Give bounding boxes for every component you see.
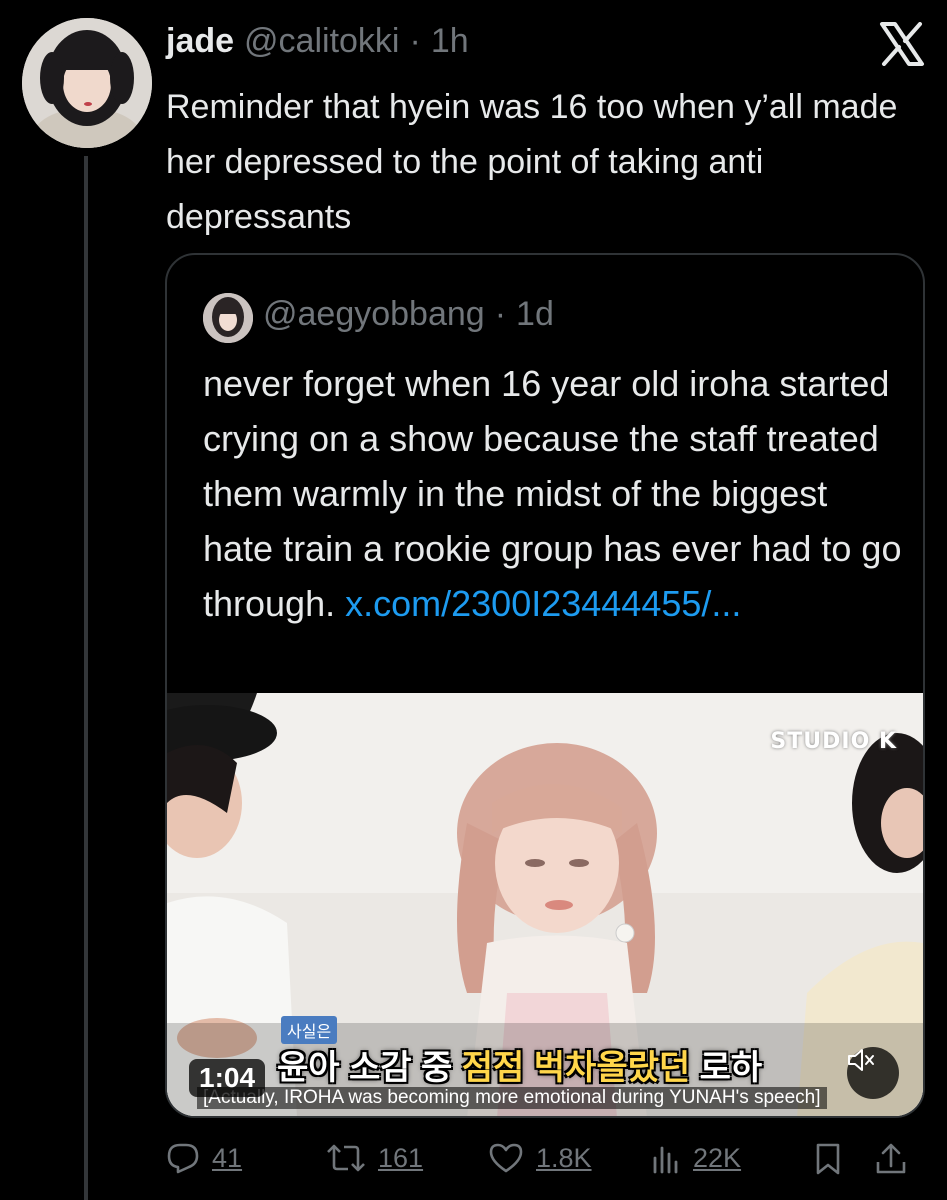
- subtitle-korean-part: 윤아 소감 중: [277, 1049, 462, 1087]
- quoted-handle[interactable]: @aegyobbang: [263, 295, 485, 334]
- subtitle-korean-highlight: 점점 벅차올랐던: [461, 1049, 691, 1087]
- video-duration: 1:04: [189, 1059, 266, 1097]
- mute-button[interactable]: [847, 1047, 899, 1099]
- share-button[interactable]: [874, 1142, 908, 1176]
- quoted-header: @aegyobbang · 1d: [263, 295, 554, 334]
- repost-button[interactable]: 161: [326, 1142, 423, 1174]
- video-player[interactable]: STUDIO K 사실은 윤아 소감 중 점점 벅차올랐던 로하 [Actual…: [167, 693, 923, 1116]
- quoted-text: never forget when 16 year old iroha star…: [203, 356, 903, 631]
- subtitle-english: [Actually, IROHA was becoming more emoti…: [197, 1087, 827, 1109]
- quoted-timestamp[interactable]: 1d: [516, 295, 554, 334]
- action-bar: 41 161 1.8K 22K: [166, 1142, 926, 1186]
- subtitle-korean: 윤아 소감 중 점점 벅차올랐던 로하: [277, 1040, 762, 1089]
- heart-icon: [489, 1143, 523, 1173]
- tweet-text: Reminder that hyein was 16 too when y’al…: [166, 88, 898, 236]
- repost-icon: [327, 1144, 365, 1172]
- like-count: 1.8K: [536, 1142, 592, 1173]
- quoted-tweet[interactable]: @aegyobbang · 1d never forget when 16 ye…: [165, 253, 925, 1118]
- bookmark-icon: [816, 1143, 840, 1175]
- author-name[interactable]: jade: [166, 22, 234, 61]
- tweet-header: jade @calitokki · 1h: [166, 22, 469, 66]
- avatar[interactable]: [22, 18, 152, 148]
- view-count: 22K: [693, 1142, 742, 1173]
- views-button[interactable]: 22K: [651, 1142, 741, 1174]
- views-icon: [653, 1146, 678, 1174]
- separator: ·: [494, 295, 507, 333]
- reply-icon: [167, 1143, 199, 1174]
- repost-count: 161: [378, 1142, 424, 1173]
- speaker-muted-icon: [848, 1049, 874, 1071]
- x-logo-icon: [879, 22, 925, 66]
- subtitle-korean-part: 로하: [690, 1049, 763, 1087]
- video-watermark: STUDIO K: [770, 729, 897, 754]
- quoted-link[interactable]: x.com/2300I23444455/...: [345, 583, 741, 624]
- reply-count: 41: [212, 1142, 243, 1173]
- reply-button[interactable]: 41: [166, 1142, 242, 1174]
- like-button[interactable]: 1.8K: [488, 1142, 592, 1174]
- timestamp[interactable]: 1h: [431, 22, 469, 61]
- separator: ·: [409, 22, 421, 60]
- bookmark-button[interactable]: [814, 1142, 842, 1176]
- share-icon: [876, 1143, 906, 1174]
- quoted-avatar[interactable]: [203, 293, 253, 343]
- thread-line: [84, 156, 88, 1200]
- author-handle[interactable]: @calitokki: [244, 22, 399, 61]
